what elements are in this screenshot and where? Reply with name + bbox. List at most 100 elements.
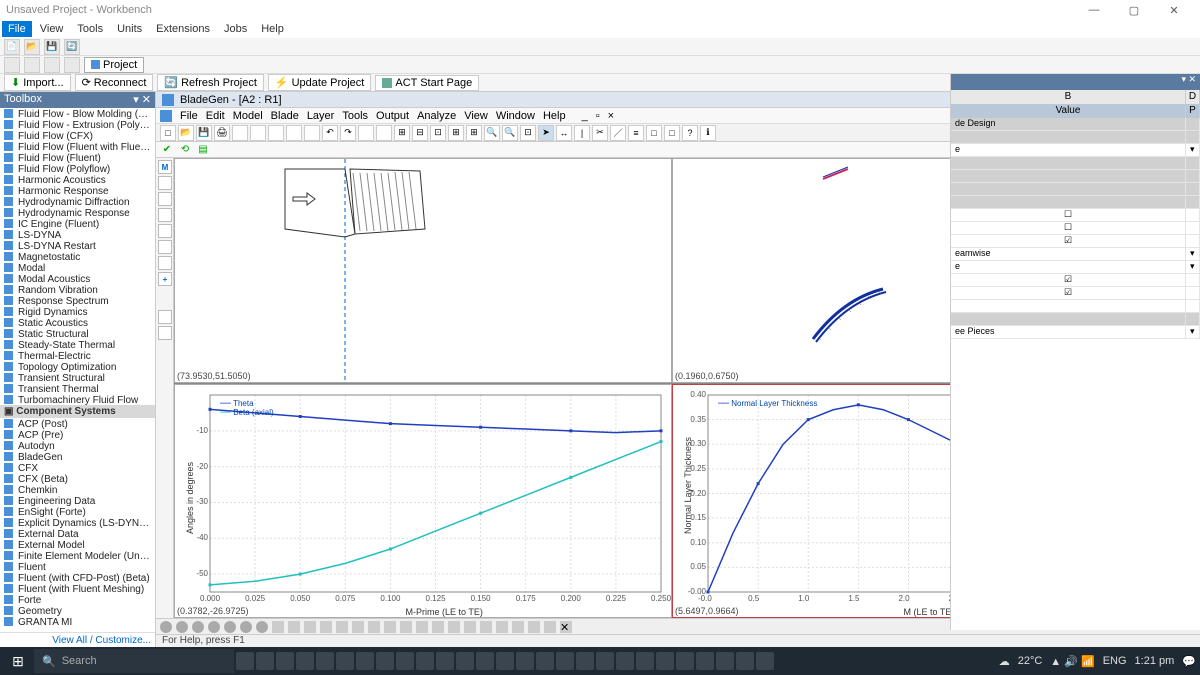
menu-extensions[interactable]: Extensions (150, 21, 216, 37)
toolbox-item[interactable]: Fluent (with Fluent Meshing) (0, 583, 155, 594)
toolbox-item[interactable]: Forte (0, 594, 155, 605)
update-project-tab[interactable]: ⚡Update Project (268, 74, 371, 91)
task-21[interactable] (636, 652, 654, 670)
bi12[interactable] (336, 621, 348, 633)
tb-redo[interactable]: ↷ (340, 125, 356, 141)
task-8[interactable] (376, 652, 394, 670)
open-icon[interactable]: 📂 (24, 39, 40, 55)
tb-22[interactable]: ✂ (592, 125, 608, 141)
tb-arrow[interactable]: ↔ (556, 125, 572, 141)
system-tray[interactable]: ☁ 22°C ▲ 🔊 📶 ENG 1:21 pm 💬 (999, 655, 1196, 668)
toolbox-item[interactable]: Topology Optimization (0, 361, 155, 372)
bi2[interactable] (176, 621, 188, 633)
lt-6[interactable] (158, 240, 172, 254)
toolbox-item[interactable]: Thermal-Electric (0, 350, 155, 361)
task-17[interactable] (556, 652, 574, 670)
menu-help[interactable]: Help (255, 21, 290, 37)
task-24[interactable] (696, 652, 714, 670)
doc-inner-min[interactable]: _ (582, 110, 588, 122)
toolbox-item[interactable]: ACP (Post) (0, 418, 155, 429)
toolbox-item[interactable]: Fluid Flow - Extrusion (Polyflow) (0, 119, 155, 130)
bi4[interactable] (208, 621, 220, 633)
new-icon[interactable]: 📄 (4, 39, 20, 55)
bi20[interactable] (464, 621, 476, 633)
toolbox-item[interactable]: Autodyn (0, 440, 155, 451)
dm-model[interactable]: Model (233, 110, 263, 122)
toolbox-item[interactable]: LS-DYNA Restart (0, 240, 155, 251)
tb-13[interactable] (376, 125, 392, 141)
doc-inner-close[interactable]: × (608, 110, 614, 122)
toolbox-item[interactable]: ACP (Pre) (0, 429, 155, 440)
lt-4[interactable] (158, 208, 172, 222)
toolbox-item[interactable]: Fluid Flow (Polyflow) (0, 163, 155, 174)
tb-print[interactable]: 🖨 (214, 125, 230, 141)
task-12[interactable] (456, 652, 474, 670)
start-button[interactable]: ⊞ (4, 649, 32, 673)
bi25[interactable] (544, 621, 556, 633)
bi8[interactable] (272, 621, 284, 633)
tb-open[interactable]: 📂 (178, 125, 194, 141)
btn3[interactable] (44, 57, 60, 73)
menu-units[interactable]: Units (111, 21, 148, 37)
tb-info[interactable]: ℹ (700, 125, 716, 141)
lt-plus[interactable]: + (158, 272, 172, 286)
tb-undo[interactable]: ↶ (322, 125, 338, 141)
bi23[interactable] (512, 621, 524, 633)
task-2[interactable] (256, 652, 274, 670)
toolbox-item[interactable]: Fluid Flow (Fluent with Fluent Meshing) … (0, 141, 155, 152)
refresh-icon[interactable]: 🔄 (64, 39, 80, 55)
task-4[interactable] (296, 652, 314, 670)
taskbar-search[interactable]: 🔍 Search (34, 649, 234, 673)
task-20[interactable] (616, 652, 634, 670)
task-1[interactable] (236, 652, 254, 670)
bi13[interactable] (352, 621, 364, 633)
refresh-project-tab[interactable]: 🔄Refresh Project (157, 74, 264, 91)
toolbox-item[interactable]: Harmonic Acoustics (0, 174, 155, 185)
tb-12[interactable] (358, 125, 374, 141)
toolbox-item[interactable]: Chemkin (0, 484, 155, 495)
save-icon[interactable]: 💾 (44, 39, 60, 55)
tb-new[interactable]: □ (160, 125, 176, 141)
min-button[interactable]: — (1074, 0, 1114, 20)
task-26[interactable] (736, 652, 754, 670)
menu-file[interactable]: File (2, 21, 32, 37)
meridional-view[interactable]: (73.9530,51.5050) (174, 158, 672, 383)
tb-cursor[interactable]: ➤ (538, 125, 554, 141)
toolbox-item[interactable]: External Data (0, 528, 155, 539)
doc-inner-max[interactable]: ▫ (596, 110, 600, 122)
toolbox-item[interactable]: GRANTA MI (0, 616, 155, 627)
tb-grid3[interactable]: ⊡ (430, 125, 446, 141)
toolbox-item[interactable]: Fluent (with CFD-Post) (Beta) (0, 572, 155, 583)
lt-m[interactable]: M (158, 160, 172, 174)
menu-tools[interactable]: Tools (71, 21, 109, 37)
swap-icon[interactable]: ⟲ (178, 143, 192, 157)
toolbox-item[interactable]: BladeGen (0, 451, 155, 462)
task-7[interactable] (356, 652, 374, 670)
dm-output[interactable]: Output (376, 110, 409, 122)
toolbox-item[interactable]: Turbomachinery Fluid Flow (0, 394, 155, 405)
btn4[interactable] (64, 57, 80, 73)
accept-icon[interactable]: ✔ (160, 143, 174, 157)
toolbox-item[interactable]: Magnetostatic (0, 251, 155, 262)
tb-23[interactable]: ／ (610, 125, 626, 141)
tb-6[interactable] (250, 125, 266, 141)
menu-jobs[interactable]: Jobs (218, 21, 253, 37)
bi14[interactable] (368, 621, 380, 633)
tb-grid4[interactable]: ⊞ (448, 125, 464, 141)
dm-analyze[interactable]: Analyze (417, 110, 456, 122)
tb-help[interactable]: ? (682, 125, 698, 141)
dm-window[interactable]: Window (496, 110, 535, 122)
bi21[interactable] (480, 621, 492, 633)
toolbox-item[interactable]: Engineering Data (0, 495, 155, 506)
bi6[interactable] (240, 621, 252, 633)
bi16[interactable] (400, 621, 412, 633)
toolbox-item[interactable]: Rigid Dynamics (0, 306, 155, 317)
bi5[interactable] (224, 621, 236, 633)
task-11[interactable] (436, 652, 454, 670)
act-start-tab[interactable]: ACT Start Page (375, 75, 479, 91)
close-button[interactable]: ✕ (1154, 0, 1194, 20)
toolbox-item[interactable]: CFX (0, 462, 155, 473)
bi10[interactable] (304, 621, 316, 633)
toolbox-item[interactable]: Static Structural (0, 328, 155, 339)
tb-grid5[interactable]: ⊞ (466, 125, 482, 141)
